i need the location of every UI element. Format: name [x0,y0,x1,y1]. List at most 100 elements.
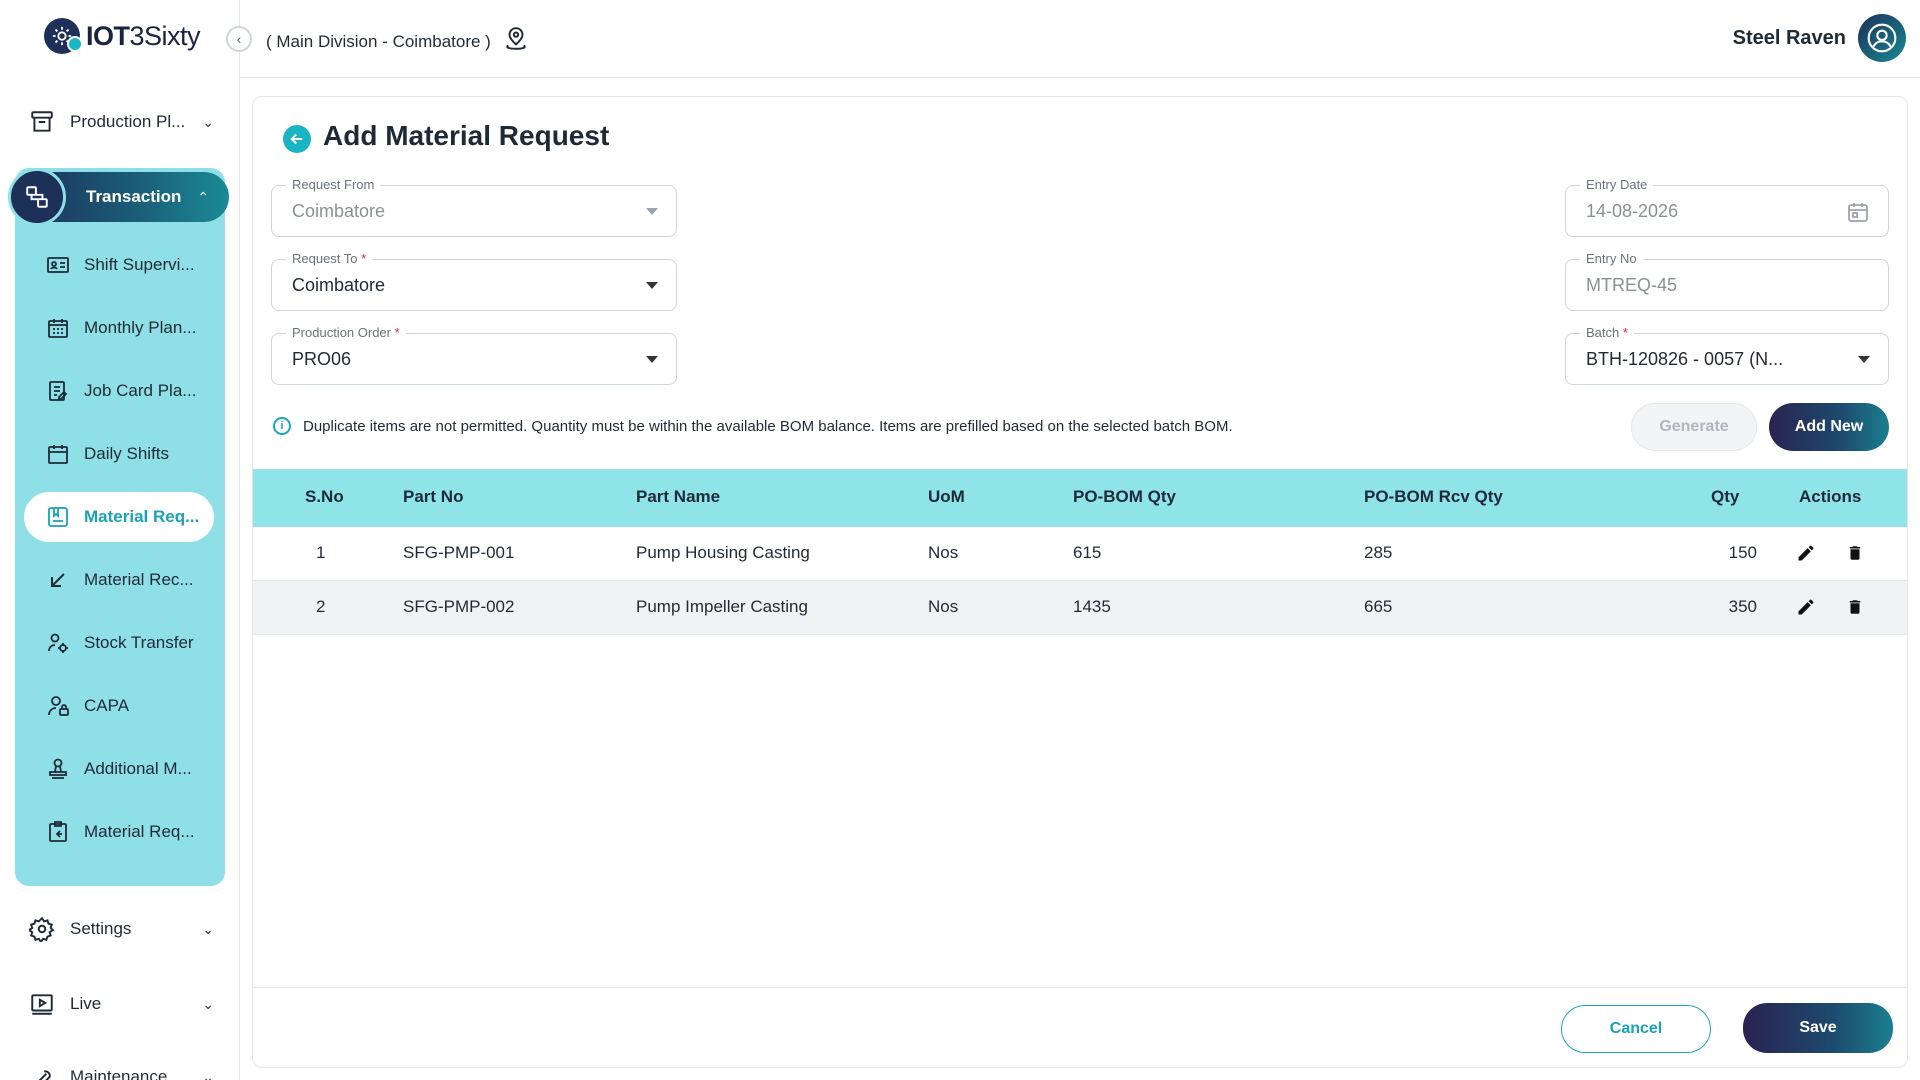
production-order-select[interactable]: Production Order * PRO06 [271,325,677,385]
sidebar-collapse-button[interactable]: ‹ [226,26,252,52]
col-uom[interactable]: UoM [928,487,965,507]
sidebar-item-label: Live [70,994,102,1013]
request-to-select[interactable]: Request To * Coimbatore [271,251,677,311]
sidebar-item-monthly-plan[interactable]: Monthly Plan... [24,303,214,353]
user-name: Steel Raven [1732,26,1846,49]
logo-text-bold: IOT [86,20,130,51]
user-gear-icon [44,629,72,657]
page-title: Add Material Request [323,120,610,151]
col-sno[interactable]: S.No [305,487,344,507]
sidebar-item-job-card[interactable]: Job Card Pla... [24,366,214,416]
sidebar-item-live[interactable]: Live ⌄ [0,982,240,1026]
sidebar-item-label: Material Req... [84,507,200,526]
stamp-icon [44,755,72,783]
col-part-name[interactable]: Part Name [636,487,720,507]
location-user-icon[interactable] [503,26,529,57]
logo-gear-icon [44,18,83,54]
cell-qty: 150 [1728,543,1757,562]
sidebar-item-material-request[interactable]: Material Req... [24,492,214,542]
logo-text-light: 3Sixty [129,20,201,51]
batch-select[interactable]: Batch * BTH-120826 - 0057 (N... [1565,325,1889,385]
sidebar-item-material-receipt[interactable]: Material Rec... [24,555,214,605]
cancel-button[interactable]: Cancel [1561,1005,1711,1053]
delete-icon[interactable] [1843,595,1867,619]
col-qty[interactable]: Qty [1711,487,1739,507]
edit-icon[interactable] [1794,595,1818,619]
save-button[interactable]: Save [1743,1003,1893,1053]
required-marker: * [1622,325,1628,340]
sidebar-item-stock-transfer[interactable]: Stock Transfer [24,618,214,668]
col-part-no[interactable]: Part No [403,487,463,507]
wrench-icon [28,1063,56,1080]
required-marker: * [394,325,400,340]
archive-icon [28,108,56,136]
generate-button[interactable]: Generate [1631,403,1757,451]
app-logo[interactable]: IOT3Sixty [44,18,201,54]
top-bar: ( Main Division - Coimbatore ) Steel Rav… [240,0,1920,78]
entry-date-field[interactable]: Entry Date 14-08-2026 [1565,177,1889,237]
caret-down-icon [1858,356,1870,363]
calendar-icon[interactable] [1846,200,1870,229]
sidebar-item-label: Settings [70,919,132,938]
col-po-bom-qty[interactable]: PO-BOM Qty [1073,487,1176,507]
sidebar-item-label: Monthly Plan... [84,318,197,337]
request-from-label: Request From [286,177,381,192]
caret-down-icon [646,208,658,215]
entry-date-value: 14-08-2026 [1586,201,1679,221]
lock-user-icon [44,692,72,720]
sidebar-item-daily-shifts[interactable]: Daily Shifts [24,429,214,479]
sidebar-item-material-return[interactable]: Material Req... [24,807,214,857]
clipboard-edit-icon [44,377,72,405]
info-message: Duplicate items are not permitted. Quant… [303,417,1233,435]
cell-part-name: Pump Impeller Casting [636,597,808,616]
avatar[interactable] [1858,14,1906,62]
sidebar-item-label: Job Card Pla... [84,381,197,400]
sidebar-item-settings[interactable]: Settings ⌄ [0,907,240,951]
chevron-down-icon: ⌄ [202,1068,214,1080]
batch-label: Batch [1586,325,1620,340]
arrow-down-left-icon [44,566,72,594]
table-row[interactable]: 1 SFG-PMP-001 Pump Housing Casting Nos 6… [253,527,1907,581]
cell-part-no: SFG-PMP-001 [403,543,515,562]
cell-sno: 1 [316,543,326,562]
sidebar-item-maintenance[interactable]: Maintenance ⌄ [0,1055,240,1080]
sidebar-item-label: Daily Shifts [84,444,170,463]
cell-qty: 350 [1728,597,1757,616]
table-row[interactable]: 2 SFG-PMP-002 Pump Impeller Casting Nos … [253,581,1907,635]
sidebar-item-shift-supervisor[interactable]: Shift Supervi... [24,240,214,290]
production-order-value: PRO06 [292,349,352,369]
cell-po-bom-rcv-qty: 665 [1364,597,1393,616]
request-to-label: Request To [292,251,358,266]
division-label: ( Main Division - Coimbatore ) [266,31,491,51]
request-to-value: Coimbatore [292,275,386,295]
request-from-value: Coimbatore [292,201,386,221]
sidebar: IOT3Sixty Production Pl... ⌄ Transaction… [0,0,240,1080]
clipboard-return-icon [44,818,72,846]
sidebar-item-additional[interactable]: Additional M... [24,744,214,794]
request-from-select[interactable]: Request From Coimbatore [271,177,677,237]
entry-no-field[interactable]: Entry No MTREQ-45 [1565,251,1889,311]
chevron-down-icon: ⌄ [202,995,214,1012]
sidebar-item-label: CAPA [84,696,130,715]
caret-down-icon [646,282,658,289]
delete-icon[interactable] [1843,541,1867,565]
col-po-bom-rcv-qty[interactable]: PO-BOM Rcv Qty [1364,487,1503,507]
user-menu[interactable]: Steel Raven [1733,14,1906,62]
material-request-card: Add Material Request Request From Coimba… [252,96,1908,1068]
division-selector[interactable]: ( Main Division - Coimbatore ) [266,26,529,57]
col-actions: Actions [1799,487,1862,506]
sidebar-item-transaction[interactable]: Transaction ⌃ [8,168,229,226]
calendar-icon [44,440,72,468]
sidebar-item-production[interactable]: Production Pl... ⌄ [0,100,240,144]
back-button[interactable] [283,125,311,153]
add-new-button[interactable]: Add New [1769,403,1889,451]
cell-uom: Nos [928,543,959,562]
sidebar-item-capa[interactable]: CAPA [24,681,214,731]
edit-icon[interactable] [1794,541,1818,565]
cell-part-no: SFG-PMP-002 [403,597,515,616]
production-order-label: Production Order [292,325,391,340]
sidebar-item-label: Production Pl... [70,112,186,131]
entry-date-label: Entry Date [1580,177,1654,192]
chevron-down-icon: ⌄ [202,920,214,937]
cell-po-bom-rcv-qty: 285 [1364,543,1393,562]
